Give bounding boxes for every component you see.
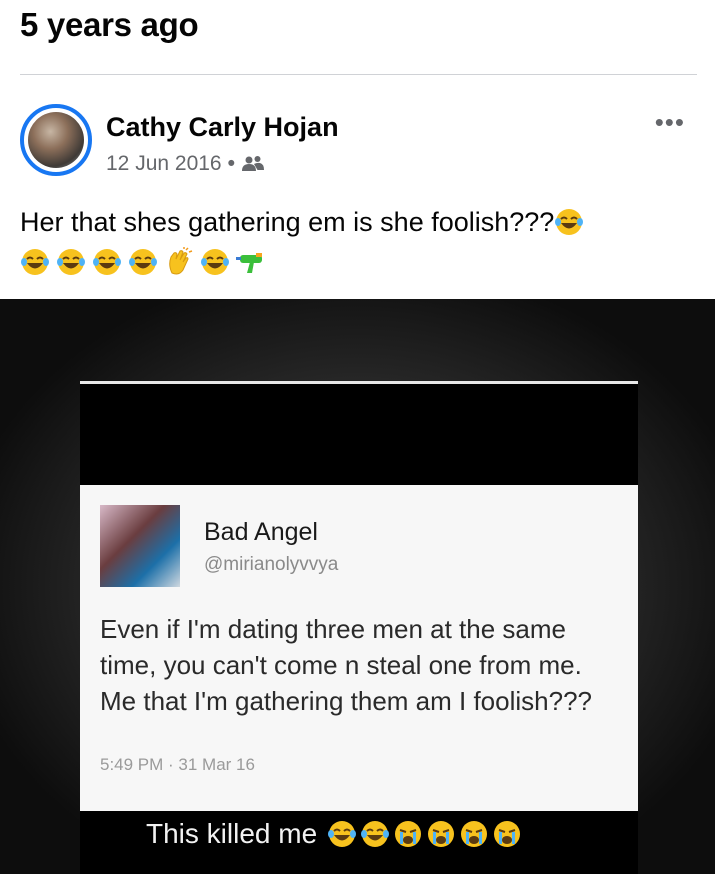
author-avatar[interactable] [20, 104, 92, 176]
post-text-content: Her that shes gathering em is she foolis… [20, 207, 555, 237]
memory-heading: 5 years ago [20, 6, 199, 43]
tweet-author-name: Bad Angel [204, 518, 318, 546]
laughing-emoji-icon [328, 821, 357, 847]
image-caption: This killed me [146, 818, 522, 850]
tweet-avatar [100, 505, 180, 587]
laughing-emoji-icon [555, 209, 584, 235]
tweet-handle: @mirianolyvvya [204, 554, 339, 575]
caption-emojis [327, 819, 522, 849]
tweet-screenshot: Bad Angel @mirianolyvvya Even if I'm dat… [80, 381, 638, 874]
laughing-emoji-icon [201, 249, 229, 275]
meta-separator: • [227, 152, 235, 175]
tweet-top-line [80, 381, 638, 384]
emoji-row [20, 244, 690, 280]
crying-emoji-icon [395, 821, 422, 847]
clapping-emoji-icon [169, 247, 193, 275]
crying-emoji-icon [428, 821, 455, 847]
avatar-photo [28, 112, 84, 168]
water-gun-emoji-icon [236, 253, 262, 273]
tweet-body: Even if I'm dating three men at the same… [100, 614, 592, 716]
divider [20, 74, 697, 75]
tweet-box: Bad Angel @mirianolyvvya Even if I'm dat… [80, 485, 638, 811]
post-text: Her that shes gathering em is she foolis… [20, 204, 690, 280]
friends-icon [241, 156, 264, 171]
laughing-emoji-icon [93, 249, 121, 275]
post-header: Cathy Carly Hojan 12 Jun 2016 • ••• [20, 104, 695, 184]
post-image[interactable]: Bad Angel @mirianolyvvya Even if I'm dat… [0, 299, 715, 874]
post-meta: 12 Jun 2016 • [106, 152, 265, 176]
more-options-button[interactable]: ••• [655, 109, 685, 135]
post-date[interactable]: 12 Jun 2016 [106, 152, 222, 176]
laughing-emoji-icon [361, 821, 390, 847]
crying-emoji-icon [461, 821, 488, 847]
laughing-emoji-icon [129, 249, 157, 275]
author-name[interactable]: Cathy Carly Hojan [106, 112, 339, 143]
tweet-timestamp: 5:49 PM · 31 Mar 16 [100, 755, 255, 774]
caption-text: This killed me [146, 818, 318, 849]
crying-emoji-icon [494, 821, 521, 847]
laughing-emoji-icon [21, 249, 49, 275]
laughing-emoji-icon [57, 249, 85, 275]
